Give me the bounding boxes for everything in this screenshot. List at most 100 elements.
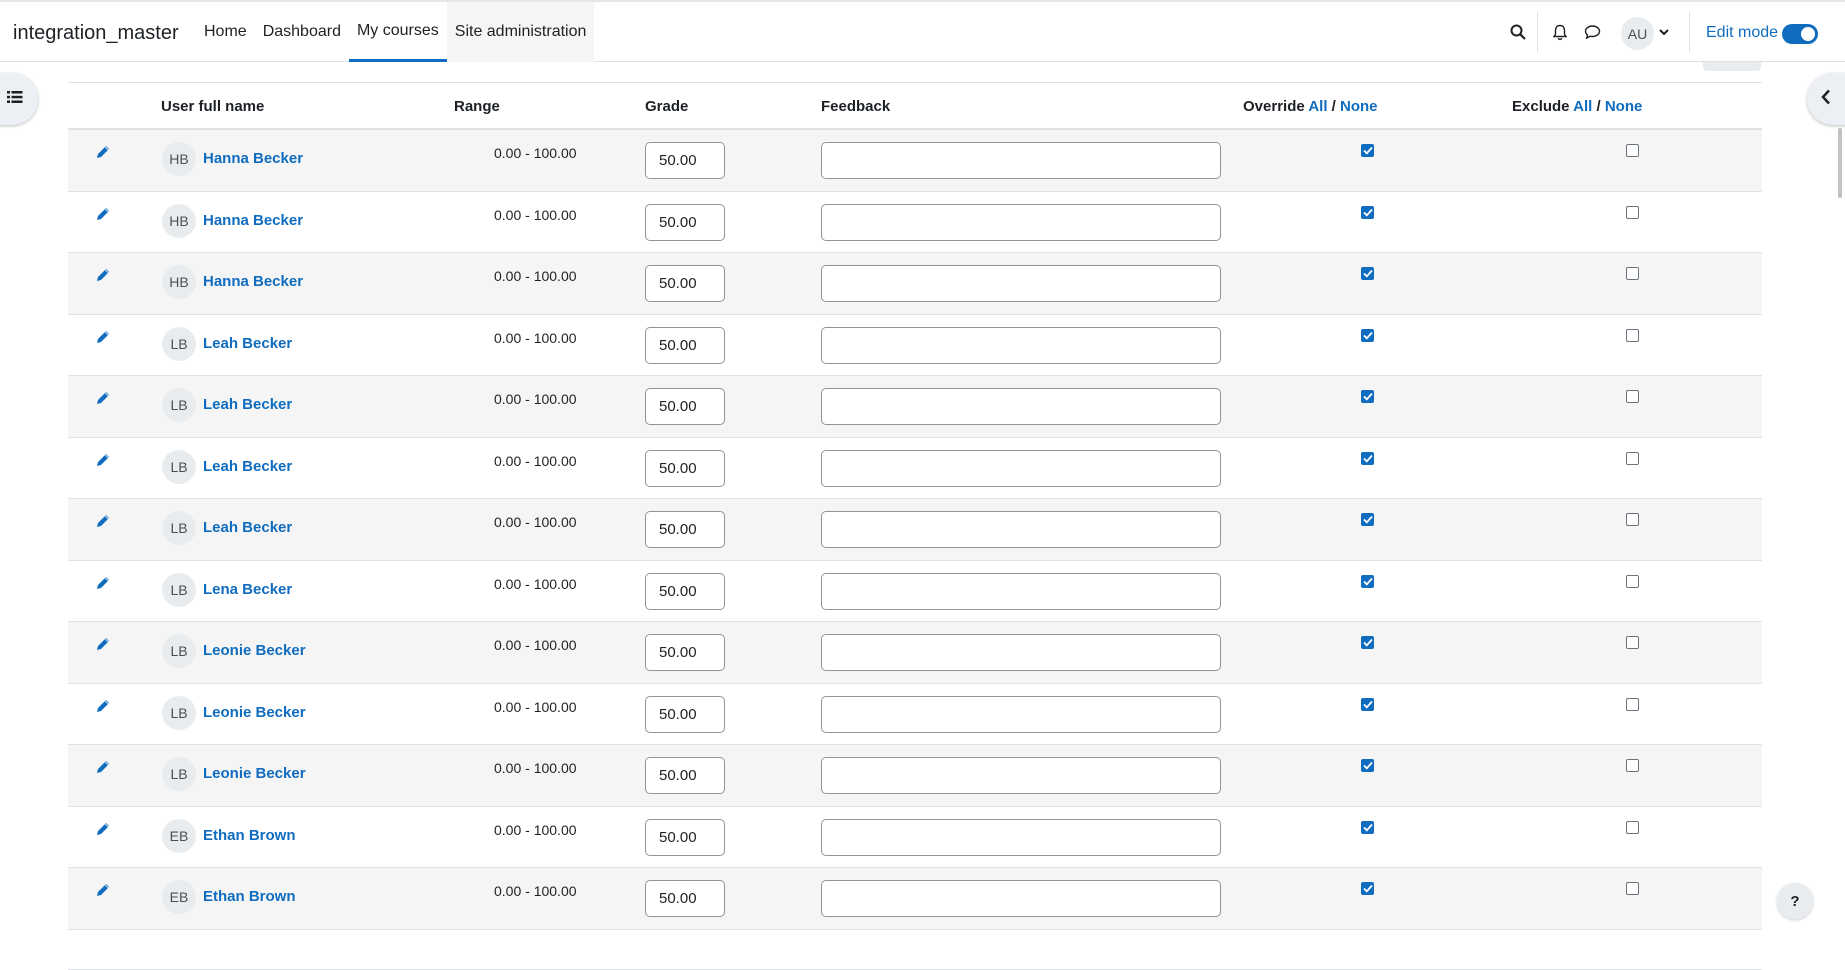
grade-input[interactable] xyxy=(645,203,725,241)
nav-my-courses[interactable]: My courses xyxy=(348,2,447,62)
feedback-input[interactable] xyxy=(821,449,1221,487)
grade-input[interactable] xyxy=(645,634,725,671)
exclude-checkbox[interactable] xyxy=(1626,574,1639,588)
grade-input[interactable] xyxy=(645,818,725,856)
feedback-input[interactable] xyxy=(821,326,1221,364)
pencil-icon[interactable] xyxy=(95,575,111,591)
pencil-icon[interactable] xyxy=(95,452,111,468)
table-row: EB Ethan Brown 0.00 - 100.00 xyxy=(68,807,1762,868)
chat-icon[interactable] xyxy=(1580,20,1604,44)
grade-input[interactable] xyxy=(645,511,725,548)
feedback-input[interactable] xyxy=(821,511,1221,548)
exclude-checkbox[interactable] xyxy=(1626,451,1639,465)
feedback-input[interactable] xyxy=(821,634,1221,671)
nav-home[interactable]: Home xyxy=(196,2,255,62)
feedback-input[interactable] xyxy=(821,695,1221,733)
override-checkbox[interactable] xyxy=(1361,820,1374,834)
pencil-icon[interactable] xyxy=(95,636,111,652)
override-checkbox[interactable] xyxy=(1361,697,1374,711)
help-button[interactable]: ? xyxy=(1777,883,1813,919)
override-checkbox[interactable] xyxy=(1361,144,1374,157)
user-avatar[interactable]: AU xyxy=(1621,17,1654,50)
pencil-icon[interactable] xyxy=(95,206,111,222)
pencil-icon[interactable] xyxy=(95,698,111,714)
exclude-checkbox[interactable] xyxy=(1626,882,1639,895)
grade-input[interactable] xyxy=(645,757,725,794)
override-none-link[interactable]: None xyxy=(1340,98,1378,115)
grade-input[interactable] xyxy=(645,695,725,733)
block-drawer-toggle[interactable] xyxy=(1807,73,1845,125)
chevron-down-icon[interactable] xyxy=(1656,20,1672,44)
pencil-icon[interactable] xyxy=(95,329,111,345)
pencil-icon[interactable] xyxy=(95,513,111,529)
grade-input[interactable] xyxy=(645,572,725,610)
override-all-link[interactable]: All xyxy=(1308,98,1327,115)
exclude-checkbox[interactable] xyxy=(1626,759,1639,772)
exclude-all-link[interactable]: All xyxy=(1573,98,1592,115)
user-name-link[interactable]: Leonie Becker xyxy=(203,704,306,721)
nav-site-administration[interactable]: Site administration xyxy=(446,2,595,62)
override-checkbox[interactable] xyxy=(1361,267,1374,280)
user-name-link[interactable]: Leah Becker xyxy=(203,396,292,413)
grade-input[interactable] xyxy=(645,388,725,425)
feedback-input[interactable] xyxy=(821,142,1221,179)
grade-input[interactable] xyxy=(645,142,725,179)
exclude-checkbox[interactable] xyxy=(1626,636,1639,649)
override-checkbox[interactable] xyxy=(1361,205,1374,219)
feedback-input[interactable] xyxy=(821,818,1221,856)
override-checkbox[interactable] xyxy=(1361,390,1374,403)
exclude-none-link[interactable]: None xyxy=(1605,98,1643,115)
exclude-checkbox[interactable] xyxy=(1626,820,1639,834)
user-name-link[interactable]: Leonie Becker xyxy=(203,642,306,659)
override-checkbox[interactable] xyxy=(1361,882,1374,895)
exclude-checkbox[interactable] xyxy=(1626,267,1639,280)
user-name-link[interactable]: Hanna Becker xyxy=(203,273,303,290)
pencil-icon[interactable] xyxy=(95,390,111,406)
override-checkbox[interactable] xyxy=(1361,328,1374,342)
override-checkbox[interactable] xyxy=(1361,759,1374,772)
bell-icon[interactable] xyxy=(1548,20,1572,44)
exclude-checkbox[interactable] xyxy=(1626,390,1639,403)
exclude-checkbox[interactable] xyxy=(1626,697,1639,711)
feedback-input[interactable] xyxy=(821,203,1221,241)
exclude-checkbox[interactable] xyxy=(1626,205,1639,219)
user-name-link[interactable]: Leonie Becker xyxy=(203,765,306,782)
exclude-checkbox[interactable] xyxy=(1626,513,1639,526)
pencil-icon[interactable] xyxy=(95,267,111,283)
pencil-icon[interactable] xyxy=(95,144,111,160)
feedback-input[interactable] xyxy=(821,880,1221,917)
override-checkbox[interactable] xyxy=(1361,513,1374,526)
grade-input[interactable] xyxy=(645,449,725,487)
site-brand[interactable]: integration_master xyxy=(13,22,179,45)
edit-mode-toggle[interactable] xyxy=(1782,24,1818,44)
override-checkbox[interactable] xyxy=(1361,451,1374,465)
feedback-input[interactable] xyxy=(821,388,1221,425)
pencil-icon[interactable] xyxy=(95,882,111,898)
user-name-link[interactable]: Hanna Becker xyxy=(203,212,303,229)
feedback-input[interactable] xyxy=(821,572,1221,610)
override-checkbox[interactable] xyxy=(1361,574,1374,588)
feedback-input[interactable] xyxy=(821,265,1221,302)
grade-input[interactable] xyxy=(645,265,725,302)
grade-input[interactable] xyxy=(645,880,725,917)
table-row: LB Leah Becker 0.00 - 100.00 xyxy=(68,376,1762,438)
range-value: 0.00 - 100.00 xyxy=(494,268,577,284)
search-icon[interactable] xyxy=(1506,20,1530,44)
user-name-link[interactable]: Hanna Becker xyxy=(203,150,303,167)
override-checkbox[interactable] xyxy=(1361,636,1374,649)
nav-dashboard[interactable]: Dashboard xyxy=(255,2,349,62)
course-index-toggle[interactable] xyxy=(0,73,38,125)
user-name-link[interactable]: Ethan Brown xyxy=(203,827,296,844)
page-scrollbar[interactable] xyxy=(1838,128,1842,198)
user-name-link[interactable]: Ethan Brown xyxy=(203,888,296,905)
exclude-checkbox[interactable] xyxy=(1626,144,1639,157)
user-name-link[interactable]: Leah Becker xyxy=(203,519,292,536)
pencil-icon[interactable] xyxy=(95,821,111,837)
user-name-link[interactable]: Lena Becker xyxy=(203,581,292,598)
pencil-icon[interactable] xyxy=(95,759,111,775)
user-name-link[interactable]: Leah Becker xyxy=(203,458,292,475)
feedback-input[interactable] xyxy=(821,757,1221,794)
exclude-checkbox[interactable] xyxy=(1626,328,1639,342)
user-name-link[interactable]: Leah Becker xyxy=(203,335,292,352)
grade-input[interactable] xyxy=(645,326,725,364)
